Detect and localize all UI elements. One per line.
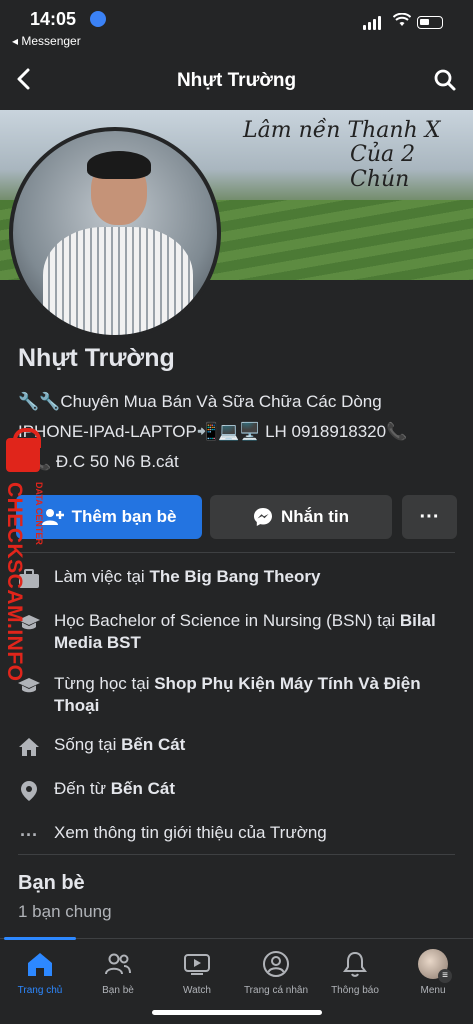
friends-icon [78, 947, 158, 981]
info-from[interactable]: Đến từ Bến Cát [16, 778, 456, 804]
info-value: The Big Bang Theory [149, 567, 321, 586]
info-prefix: Làm việc tại [54, 567, 150, 586]
search-icon[interactable] [433, 68, 457, 97]
wifi-icon [392, 12, 412, 32]
tab-label: Trang cá nhân [243, 985, 309, 996]
ellipsis-icon: ··· [20, 824, 38, 845]
profile-actions: Thêm bạn bè Nhắn tin ··· [16, 495, 457, 539]
profile-icon [236, 947, 316, 981]
avatar-hair [87, 151, 151, 179]
bio-line: IPHONE-IPAd-LAPTOP📲💻🖥️ LH 0918918320📞 [18, 422, 408, 441]
tab-friends[interactable]: Bạn bè [78, 947, 158, 996]
house-icon [16, 734, 42, 760]
info-prefix: Từng học tại [54, 674, 155, 693]
tab-home[interactable]: Trang chủ [0, 947, 80, 996]
tab-label: Watch [183, 985, 211, 996]
info-studied[interactable]: Từng học tại Shop Phụ Kiện Máy Tính Và Đ… [16, 673, 456, 717]
info-work[interactable]: Làm việc tại The Big Bang Theory [16, 566, 456, 592]
info-see-more[interactable]: ··· Xem thông tin giới thiệu của Trường [16, 822, 456, 848]
location-arrow-icon [90, 11, 106, 27]
home-icon [0, 947, 80, 981]
top-nav: Nhựt Trường [0, 58, 473, 108]
home-indicator [152, 1010, 322, 1015]
watch-icon [157, 947, 237, 981]
friends-section-title[interactable]: Bạn bè [18, 872, 85, 895]
more-options-button[interactable]: ··· [402, 495, 457, 539]
tab-menu[interactable]: Menu [393, 947, 473, 996]
bio-line: 📞 Đ.C 50 N6 B.cát [30, 452, 179, 471]
info-prefix: Sống tại [54, 735, 122, 754]
cellular-signal-icon [363, 16, 381, 30]
lock-icon [6, 428, 41, 472]
mutual-friends-count[interactable]: 1 bạn chung [18, 902, 112, 922]
tab-label: Menu [420, 985, 446, 996]
info-study[interactable]: Học Bachelor of Science in Nursing (BSN)… [16, 610, 456, 654]
tab-watch[interactable]: Watch [157, 947, 237, 996]
tab-profile[interactable]: Trang cá nhân [236, 947, 316, 996]
profile-bio: 🔧🔧Chuyên Mua Bán Và Sữa Chữa Các Dòng IP… [18, 387, 458, 477]
messenger-icon [254, 508, 272, 526]
back-to-messenger-link[interactable]: ◂ Messenger [12, 34, 81, 48]
active-tab-indicator [4, 937, 76, 940]
divider [18, 552, 455, 553]
message-button[interactable]: Nhắn tin [210, 495, 392, 539]
cover-caption-2: Của 2 Chún [350, 142, 416, 192]
info-value: Bến Cát [110, 779, 175, 798]
info-prefix: Đến từ [54, 779, 111, 798]
profile-avatar[interactable] [9, 127, 221, 339]
bio-line: 🔧🔧Chuyên Mua Bán Và Sữa Chữa Các Dòng [18, 392, 382, 411]
profile-name: Nhựt Trường [18, 344, 175, 372]
message-label: Nhắn tin [281, 507, 349, 526]
info-lives[interactable]: Sống tại Bến Cát [16, 734, 456, 760]
add-friend-label: Thêm bạn bè [71, 507, 177, 526]
page-title: Nhựt Trường [176, 70, 297, 91]
divider [18, 854, 455, 855]
status-bar: 14:05 ◂ Messenger [0, 0, 473, 56]
bell-icon [315, 947, 395, 981]
info-prefix: Học Bachelor of Science in Nursing (BSN)… [54, 611, 400, 630]
cover-caption-1: Lâm nền Thanh X [243, 118, 441, 143]
menu-avatar-icon [418, 949, 452, 983]
tab-label: Thông báo [331, 985, 379, 996]
watermark-sub: DATA CENTER [34, 482, 44, 545]
location-pin-icon [16, 778, 42, 804]
tab-notifications[interactable]: Thông báo [315, 947, 395, 996]
tab-label: Trang chủ [17, 985, 63, 996]
battery-icon [417, 16, 443, 29]
watermark-brand: CHECKSCAM.INFO [3, 482, 26, 682]
info-value: Bến Cát [121, 735, 186, 754]
checkscam-watermark: CHECKSCAM.INFO DATA CENTER [2, 428, 62, 682]
status-time: 14:05 [30, 9, 77, 29]
tab-label: Bạn bè [102, 985, 134, 996]
avatar-shirt [43, 227, 193, 335]
see-about-link: Xem thông tin giới thiệu của Trường [54, 823, 327, 842]
